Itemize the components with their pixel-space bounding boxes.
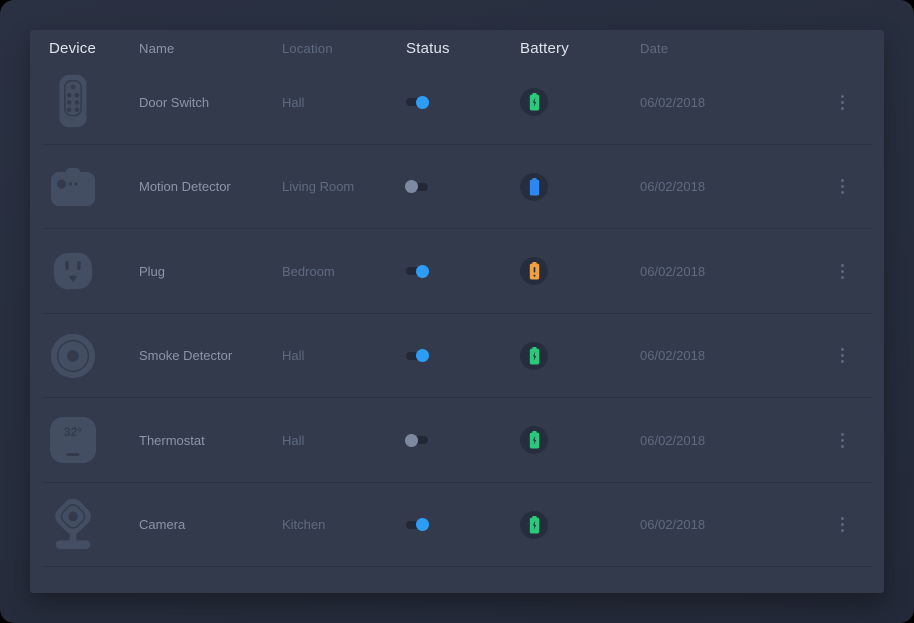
devices-table-card: Device Name Location Status Battery Date… [30,30,884,593]
device-date: 06/02/2018 [640,179,827,194]
device-location: Living Room [282,179,401,194]
column-header-device: Device [49,40,139,57]
battery-badge [520,511,548,539]
battery-badge [520,173,548,201]
column-header-status: Status [401,40,520,57]
table-row: Door Switch Hall 06/02/2018 [30,60,884,145]
thermostat-dash [67,453,80,456]
battery-badge [520,257,548,285]
device-location: Bedroom [282,264,401,279]
kebab-menu-icon[interactable] [837,175,848,198]
device-location: Hall [282,433,401,448]
kebab-menu-icon[interactable] [837,260,848,283]
device-name: Door Switch [139,95,282,110]
kebab-menu-icon[interactable] [837,513,848,536]
device-location: Hall [282,348,401,363]
device-name: Smoke Detector [139,348,282,363]
device-date: 06/02/2018 [640,95,827,110]
device-location: Kitchen [282,517,401,532]
kebab-menu-icon[interactable] [837,344,848,367]
column-header-name: Name [139,41,282,56]
table-row: Motion Detector Living Room 06/02/2018 [30,145,884,230]
motion-detector-icon [49,163,97,211]
device-location: Hall [282,95,401,110]
device-name: Plug [139,264,282,279]
device-date: 06/02/2018 [640,433,827,448]
thermostat-icon: 32° [49,417,97,463]
device-date: 06/02/2018 [640,264,827,279]
status-toggle[interactable] [406,96,428,109]
camera-icon [49,496,97,554]
device-date: 06/02/2018 [640,348,827,363]
column-header-battery: Battery [520,40,640,57]
column-header-location: Location [282,41,401,56]
smoke-detector-icon [49,332,97,380]
table-row: Smoke Detector Hall 06/02/2018 [30,314,884,399]
battery-badge [520,426,548,454]
status-toggle[interactable] [406,180,428,193]
device-name: Camera [139,517,282,532]
battery-badge [520,88,548,116]
kebab-menu-icon[interactable] [837,429,848,452]
status-toggle[interactable] [406,518,428,531]
battery-badge [520,342,548,370]
device-name: Thermostat [139,433,282,448]
door-switch-icon [49,71,97,133]
thermostat-temp-label: 32° [64,425,82,463]
status-toggle[interactable] [406,349,428,362]
table-row: Plug Bedroom 06/02/2018 [30,229,884,314]
device-date: 06/02/2018 [640,517,827,532]
table-row: Camera Kitchen 06/02/2018 [30,483,884,568]
app-screen: Device Name Location Status Battery Date… [0,0,914,623]
kebab-menu-icon[interactable] [837,91,848,114]
device-name: Motion Detector [139,179,282,194]
column-header-date: Date [640,41,827,56]
table-header: Device Name Location Status Battery Date [30,30,884,60]
plug-icon [49,248,97,294]
status-toggle[interactable] [406,265,428,278]
table-row: 32° Thermostat Hall 06/02/2018 [30,398,884,483]
status-toggle[interactable] [406,434,428,447]
